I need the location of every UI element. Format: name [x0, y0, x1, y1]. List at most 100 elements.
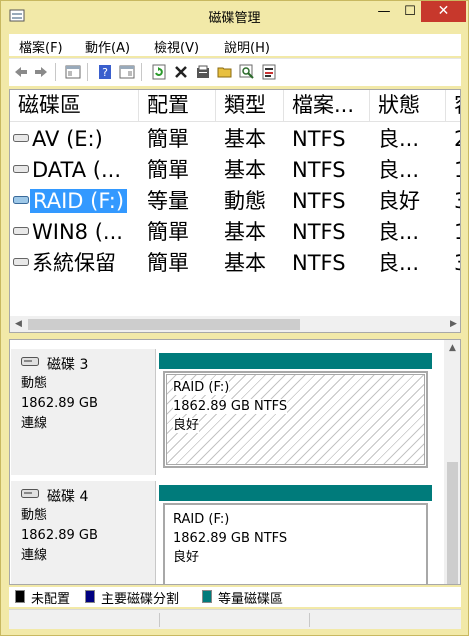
volume-layout: 簡單 [147, 220, 189, 244]
volume-list[interactable]: 磁碟區 配置 類型 檔案... 狀態 容 AV (E:) 簡單 基本 NTFS … [9, 89, 461, 333]
minimize-button[interactable]: — [371, 1, 397, 22]
properties-icon[interactable] [195, 64, 211, 80]
forward-arrow-icon[interactable] [33, 64, 49, 80]
vertical-scrollbar[interactable]: ▲ [444, 340, 460, 584]
partition-size-fs: 1862.89 GB NTFS [173, 399, 288, 414]
volume-row[interactable]: AV (E:) 簡單 基本 NTFS 良... 2 [10, 124, 460, 155]
disk-info-panel[interactable]: 磁碟 3 動態 1862.89 GB 連線 [11, 349, 156, 475]
volume-file-system: NTFS [292, 189, 346, 213]
menu-view[interactable]: 檢視(V) [154, 37, 199, 56]
menu-help[interactable]: 說明(H) [224, 37, 270, 56]
open-folder-icon[interactable] [217, 64, 233, 80]
volume-row[interactable]: WIN8 (... 簡單 基本 NTFS 良... 1 [10, 217, 460, 248]
volume-layout: 簡單 [147, 158, 189, 182]
disk-graphical-view: 磁碟 3 動態 1862.89 GB 連線 RAID (F:) 1862.89 … [9, 339, 461, 585]
basic-volume-icon [13, 134, 29, 142]
partition-status: 良好 [173, 550, 200, 565]
basic-volume-icon [13, 258, 29, 266]
volume-layout: 簡單 [147, 127, 189, 151]
search-icon[interactable] [239, 64, 255, 80]
volume-name: DATA (... [32, 158, 121, 182]
legend-label-striped-volume: 等量磁碟區 [218, 592, 284, 607]
show-hide-action-pane-icon[interactable] [119, 64, 135, 80]
export-list-icon[interactable] [261, 64, 277, 80]
column-header-capacity[interactable]: 容 [446, 90, 460, 121]
scroll-right-arrow-icon[interactable]: ▶ [446, 317, 460, 332]
partition-label: RAID (F:) [173, 380, 230, 395]
legend-swatch-striped-volume [202, 590, 212, 603]
volume-capacity: 1 [454, 217, 460, 248]
dynamic-volume-icon [13, 196, 29, 204]
legend-label-primary-partition: 主要磁碟分割 [101, 592, 180, 607]
volume-status: 良... [378, 158, 420, 182]
column-header-status[interactable]: 狀態 [370, 90, 446, 121]
column-header-type[interactable]: 類型 [216, 90, 284, 121]
striped-volume-bar [159, 485, 432, 501]
disk-icon [21, 357, 39, 366]
volume-file-system: NTFS [292, 220, 346, 244]
help-icon[interactable]: ? [97, 64, 113, 80]
svg-text:?: ? [102, 66, 108, 79]
column-header-file-system[interactable]: 檔案... [284, 90, 370, 121]
striped-volume-bar [159, 353, 432, 369]
scroll-left-arrow-icon[interactable]: ◀ [11, 317, 26, 332]
column-header-layout[interactable]: 配置 [139, 90, 216, 121]
partition-size-fs: 1862.89 GB NTFS [173, 531, 288, 546]
show-hide-console-tree-icon[interactable] [65, 64, 81, 80]
disk-state: 連線 [21, 548, 48, 563]
legend: 未配置 主要磁碟分割 等量磁碟區 [9, 587, 461, 607]
volume-layout: 等量 [147, 189, 189, 213]
volume-file-system: NTFS [292, 127, 346, 151]
delete-icon[interactable] [173, 64, 189, 80]
disk-type: 動態 [21, 508, 48, 523]
toolbar-separator [87, 63, 88, 81]
legend-label-unallocated: 未配置 [31, 592, 71, 607]
volume-list-header: 磁碟區 配置 類型 檔案... 狀態 容 [10, 90, 460, 122]
column-header-volume[interactable]: 磁碟區 [10, 90, 139, 121]
disk-state: 連線 [21, 416, 48, 431]
volume-capacity: 3 [454, 248, 460, 279]
toolbar-separator [55, 63, 56, 81]
volume-capacity: 2 [454, 124, 460, 155]
legend-swatch-unallocated [15, 590, 25, 603]
disk-size: 1862.89 GB [21, 396, 98, 411]
back-arrow-icon[interactable] [13, 64, 29, 80]
volume-file-system: NTFS [292, 251, 346, 275]
menu-action[interactable]: 動作(A) [85, 37, 130, 56]
maximize-button[interactable]: ☐ [397, 1, 423, 22]
disk-icon [21, 489, 39, 498]
basic-volume-icon [13, 227, 29, 235]
volume-status: 良... [378, 127, 420, 151]
legend-swatch-primary-partition [85, 590, 95, 603]
horizontal-scrollbar[interactable]: ◀ ▶ [10, 316, 460, 332]
volume-type: 基本 [224, 158, 266, 182]
volume-type: 基本 [224, 220, 266, 244]
disk-info-panel[interactable]: 磁碟 4 動態 1862.89 GB 連線 [11, 481, 156, 584]
vertical-scroll-thumb[interactable] [447, 462, 458, 584]
toolbar: ? [9, 58, 461, 86]
partition-label: RAID (F:) [173, 512, 230, 527]
title-bar[interactable]: 磁碟管理 — ☐ ✕ [1, 1, 468, 31]
disk-type: 動態 [21, 376, 48, 391]
partition-status: 良好 [173, 418, 200, 433]
scroll-up-arrow-icon[interactable]: ▲ [445, 341, 460, 356]
volume-type: 動態 [224, 189, 266, 213]
volume-row[interactable]: DATA (... 簡單 基本 NTFS 良... 1 [10, 155, 460, 186]
horizontal-scroll-thumb[interactable] [28, 319, 300, 330]
close-button[interactable]: ✕ [421, 1, 466, 22]
refresh-icon[interactable] [151, 64, 167, 80]
disk-management-window: 磁碟管理 — ☐ ✕ 檔案(F) 動作(A) 檢視(V) 說明(H) ? 磁碟區… [0, 0, 469, 636]
partition-box[interactable]: RAID (F:) 1862.89 GB NTFS 良好 [163, 503, 428, 584]
menu-file[interactable]: 檔案(F) [19, 37, 63, 56]
partition-box-selected[interactable]: RAID (F:) 1862.89 GB NTFS 良好 [163, 371, 428, 468]
status-bar [9, 609, 461, 629]
volume-name: 系統保留 [32, 251, 116, 275]
disk-size: 1862.89 GB [21, 528, 98, 543]
volume-status: 良... [378, 251, 420, 275]
toolbar-separator [141, 63, 142, 81]
volume-capacity: 3 [454, 186, 460, 217]
volume-row[interactable]: 系統保留 簡單 基本 NTFS 良... 3 [10, 248, 460, 279]
volume-row-selected[interactable]: RAID (F:) 等量 動態 NTFS 良好 3 [10, 186, 460, 217]
selected-volume-label: RAID (F:) [30, 189, 128, 213]
status-bar-separator [309, 613, 310, 627]
